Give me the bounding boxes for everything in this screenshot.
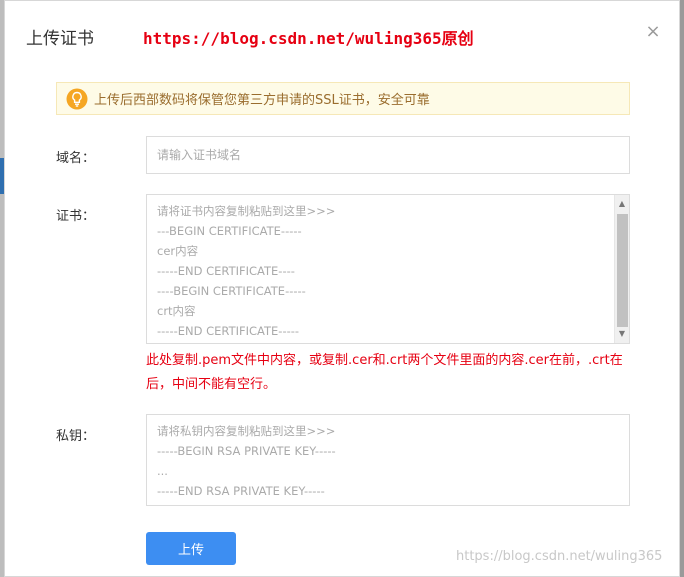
private-key-placeholder-line: 请将私钥内容复制粘贴到这里>>> — [157, 424, 336, 438]
scroll-up-icon[interactable]: ▲ — [615, 197, 629, 211]
scrollbar-thumb[interactable] — [617, 214, 628, 327]
private-key-textarea[interactable]: 请将私钥内容复制粘贴到这里>>> -----BEGIN RSA PRIVATE … — [146, 414, 630, 506]
watermark-top: https://blog.csdn.net/wuling365原创 — [143, 29, 474, 48]
certificate-scrollbar[interactable]: ▲ ▼ — [614, 195, 629, 343]
notice-banner: 上传后西部数码将保管您第三方申请的SSL证书，安全可靠 — [56, 82, 630, 115]
lightbulb-icon — [66, 88, 88, 109]
upload-button[interactable]: 上传 — [146, 532, 236, 565]
certificate-placeholder-line: crt内容 — [157, 304, 196, 318]
certificate-placeholder-line: ---BEGIN CERTIFICATE----- — [157, 224, 302, 238]
close-icon[interactable]: × — [644, 23, 662, 41]
notice-text: 上传后西部数码将保管您第三方申请的SSL证书，安全可靠 — [94, 93, 430, 108]
private-key-placeholder-line: -----END RSA PRIVATE KEY----- — [157, 484, 325, 498]
dialog-title: 上传证书 — [26, 29, 94, 49]
private-key-label: 私钥： — [56, 429, 96, 444]
certificate-hint: 此处复制.pem文件中内容，或复制.cer和.crt两个文件里面的内容.cer在… — [146, 353, 623, 392]
private-key-placeholder-line: -----BEGIN RSA PRIVATE KEY----- — [157, 444, 336, 458]
domain-label: 域名： — [56, 151, 96, 166]
certificate-placeholder-line: ----BEGIN CERTIFICATE----- — [157, 284, 306, 298]
watermark-bottom: https://blog.csdn.net/wuling365 — [456, 549, 663, 564]
scroll-down-icon[interactable]: ▼ — [615, 327, 629, 341]
upload-certificate-dialog: 上传证书 https://blog.csdn.net/wuling365原创 ×… — [4, 0, 680, 577]
certificate-placeholder-line: cer内容 — [157, 244, 199, 258]
certificate-placeholder-line: 请将证书内容复制粘贴到这里>>> — [157, 204, 336, 218]
domain-input[interactable] — [146, 136, 630, 174]
certificate-placeholder-line: -----END CERTIFICATE---- — [157, 264, 295, 278]
certificate-placeholder-line: -----END CERTIFICATE----- — [157, 324, 300, 338]
private-key-placeholder-line: ... — [157, 464, 168, 478]
certificate-textarea[interactable]: 请将证书内容复制粘贴到这里>>> ---BEGIN CERTIFICATE---… — [146, 194, 630, 344]
certificate-label: 证书： — [56, 209, 96, 224]
